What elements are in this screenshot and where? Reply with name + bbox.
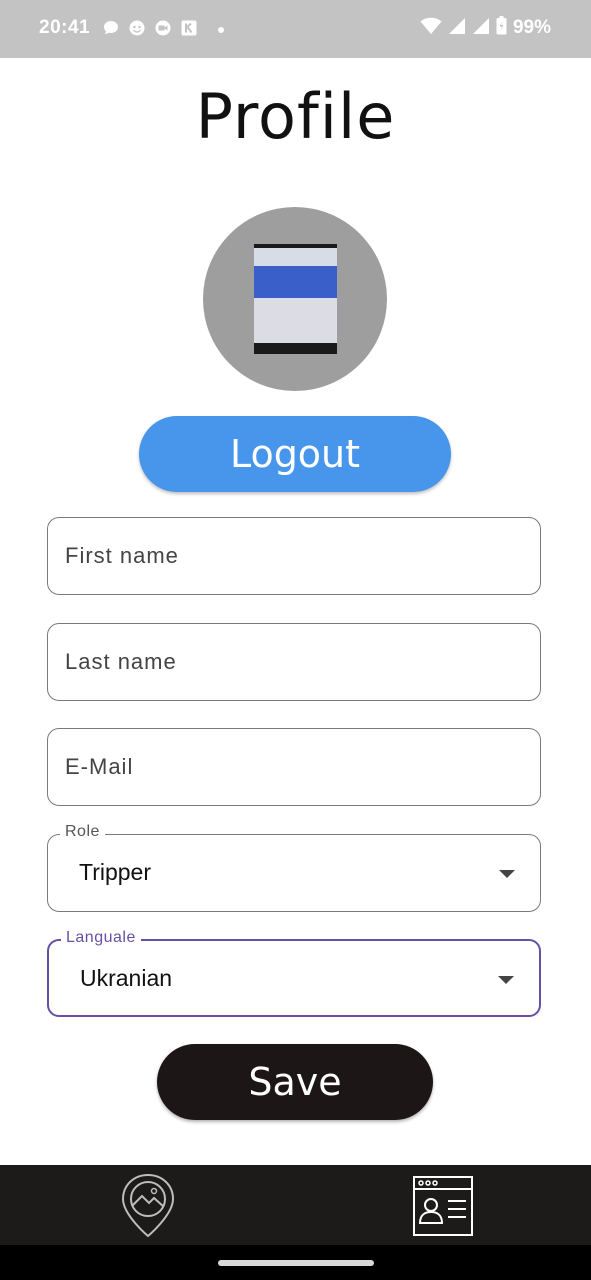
nav-map-tab[interactable] bbox=[113, 1171, 183, 1241]
chat-icon bbox=[102, 19, 120, 41]
email-field[interactable]: E-Mail bbox=[47, 728, 541, 806]
first-name-placeholder: First name bbox=[65, 543, 179, 568]
language-value: Ukranian bbox=[80, 965, 173, 991]
system-icons: 99% bbox=[420, 16, 551, 39]
logout-button[interactable]: Logout bbox=[139, 416, 451, 492]
last-name-placeholder: Last name bbox=[65, 649, 177, 674]
save-button[interactable]: Save bbox=[157, 1044, 433, 1120]
email-placeholder: E-Mail bbox=[65, 754, 134, 779]
wifi-icon bbox=[420, 17, 442, 39]
camera-icon bbox=[154, 19, 172, 41]
smiley-icon bbox=[128, 19, 146, 41]
role-value: Tripper bbox=[79, 859, 151, 885]
dropdown-arrow-icon[interactable] bbox=[498, 976, 514, 984]
language-dropdown[interactable]: Languale Ukranian bbox=[47, 929, 541, 1017]
first-name-field[interactable]: First name bbox=[47, 517, 541, 595]
more-notifications-dot bbox=[218, 27, 224, 33]
role-dropdown[interactable]: Role Tripper bbox=[47, 823, 541, 912]
nav-profile-tab[interactable] bbox=[408, 1171, 478, 1241]
photo-detail-top bbox=[254, 248, 337, 266]
status-bar: 20:41 99% bbox=[0, 0, 591, 58]
language-label: Languale bbox=[61, 929, 141, 947]
status-time: 20:41 bbox=[39, 17, 91, 38]
profile-photo bbox=[254, 244, 337, 354]
avatar[interactable] bbox=[203, 207, 387, 391]
signal-2-icon bbox=[472, 17, 490, 39]
dropdown-arrow-icon[interactable] bbox=[499, 870, 515, 878]
profile-card-icon bbox=[413, 1176, 473, 1236]
app-k-icon bbox=[180, 19, 198, 41]
signal-icon bbox=[448, 17, 466, 39]
bottom-navigation bbox=[0, 1165, 591, 1245]
notification-icons bbox=[102, 18, 224, 42]
map-pin-icon bbox=[121, 1173, 175, 1238]
role-label: Role bbox=[60, 823, 105, 841]
battery-icon bbox=[496, 16, 507, 39]
photo-detail-band bbox=[254, 266, 337, 298]
photo-detail-screen bbox=[254, 298, 337, 343]
battery-percentage: 99% bbox=[512, 16, 551, 38]
page-title: Profile bbox=[195, 80, 396, 153]
last-name-field[interactable]: Last name bbox=[47, 623, 541, 701]
gesture-area bbox=[0, 1245, 591, 1280]
home-gesture-handle[interactable] bbox=[218, 1260, 374, 1266]
